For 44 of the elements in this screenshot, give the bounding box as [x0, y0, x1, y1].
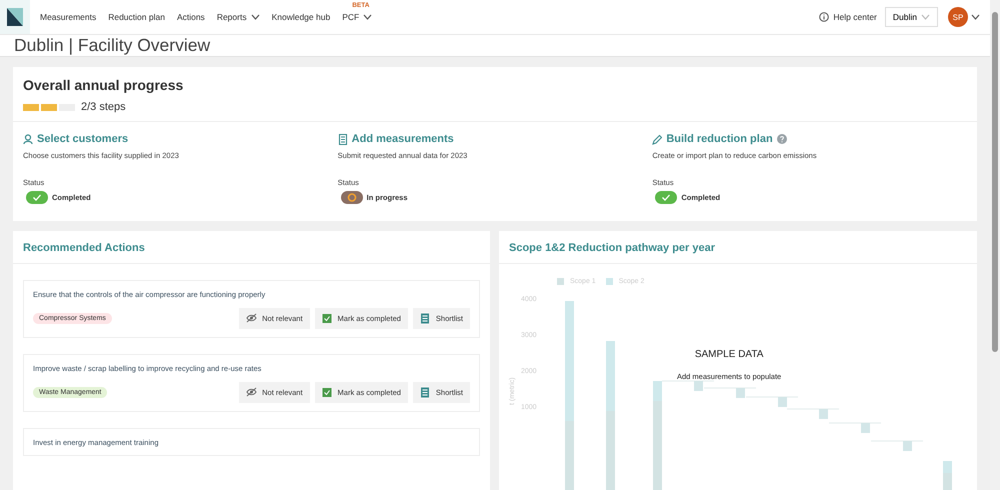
hidden-eye-icon — [246, 313, 258, 324]
nav-link[interactable]: PCF — [342, 12, 372, 22]
steps-count: 2/3 steps — [81, 101, 126, 113]
bar — [861, 423, 870, 433]
logo[interactable] — [0, 0, 30, 34]
hidden-eye-icon — [246, 387, 258, 398]
progress-bar — [23, 104, 75, 110]
bar — [903, 441, 912, 451]
card-title: Scope 1&2 Reduction pathway per year — [499, 231, 977, 264]
location-dropdown[interactable]: Dublin — [884, 7, 938, 27]
logo-icon — [7, 8, 23, 26]
bar — [778, 397, 787, 407]
list-icon — [420, 387, 431, 398]
calendar-check-icon — [322, 313, 333, 324]
nav-link[interactable]: Knowledge hub — [272, 12, 330, 22]
bar — [943, 461, 952, 490]
calendar-check-icon — [322, 387, 333, 398]
legend-swatch-icon — [606, 278, 613, 285]
caret-icon — [250, 13, 260, 21]
bar — [694, 381, 703, 391]
document-icon — [338, 134, 348, 144]
nav-link[interactable]: Measurements — [40, 12, 96, 22]
step-link[interactable]: Build reduction plan — [666, 133, 773, 145]
bar — [819, 409, 828, 419]
person-icon — [23, 134, 33, 144]
caret-icon — [921, 13, 930, 21]
info-icon — [819, 12, 830, 22]
legend-swatch-icon — [557, 278, 564, 285]
card-title: Overall annual progress — [23, 77, 184, 93]
overlay-title: SAMPLE DATA — [694, 349, 764, 360]
card-title: Recommended Actions — [13, 231, 490, 264]
avatar[interactable]: SP — [948, 7, 968, 27]
nav-link[interactable]: Reports — [216, 12, 260, 22]
pencil-icon — [652, 134, 662, 144]
caret-icon — [971, 13, 980, 21]
step-link[interactable]: Add measurements — [352, 133, 454, 145]
caret-icon — [363, 13, 372, 21]
bar — [736, 388, 745, 398]
step-link[interactable]: Select customers — [37, 133, 128, 145]
nav-link[interactable]: Actions — [176, 12, 205, 22]
page-title: Dublin | Facility Overview — [14, 35, 210, 56]
help-center-link[interactable]: Help center — [819, 12, 877, 22]
nav-link[interactable]: Reduction plan — [108, 12, 165, 22]
list-icon — [420, 313, 431, 324]
